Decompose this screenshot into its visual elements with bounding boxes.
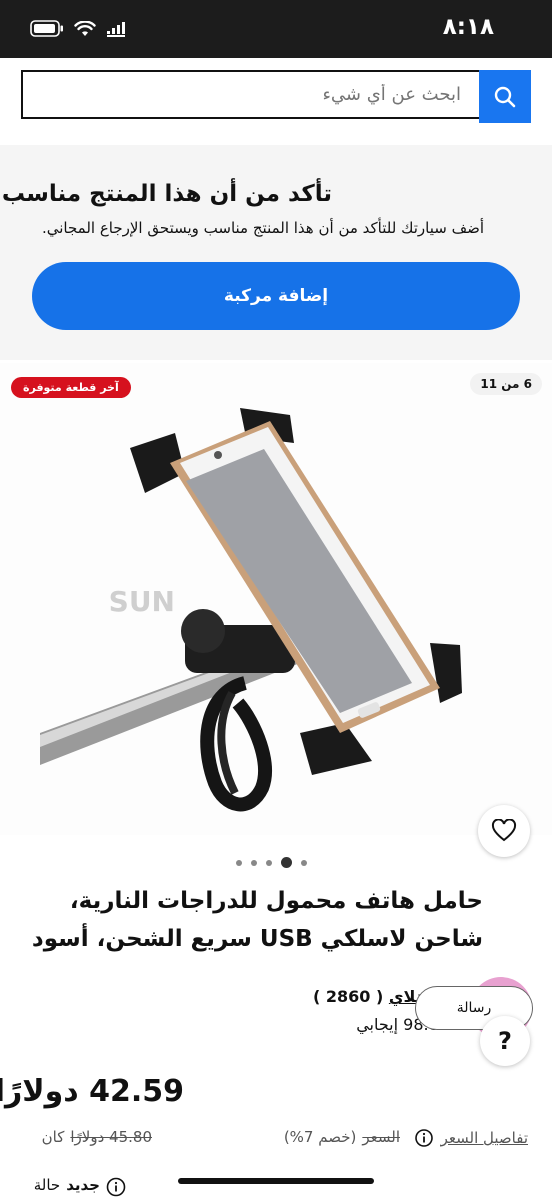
battery-icon: [30, 20, 63, 37]
condition-info-icon[interactable]: [106, 1177, 126, 1197]
previous-price: 45.80 دولارًا كان: [42, 1128, 152, 1146]
info-icon: [414, 1129, 433, 1147]
previous-price-row: السعر (خصم 7%): [284, 1128, 400, 1146]
search-bar: [21, 70, 531, 123]
product-image: SUN: [40, 408, 462, 812]
item-price: 42.59 دولارًا: [0, 1074, 184, 1109]
seller-feedback-count: ( 2860 ): [312, 987, 384, 1006]
pager-dot[interactable]: [266, 859, 272, 866]
price-details-link[interactable]: تفاصيل السعر: [414, 1129, 528, 1147]
search-icon: [494, 86, 516, 107]
condition-row: جديد حالة: [34, 1176, 100, 1194]
add-to-watchlist-button[interactable]: [478, 805, 530, 857]
discount-label: (خصم 7%): [283, 1128, 357, 1146]
status-bar: ٨:١٨: [0, 0, 552, 58]
status-icons: [30, 20, 128, 37]
pager-dot[interactable]: [236, 859, 242, 866]
previous-price-prefix: كان: [41, 1128, 65, 1146]
add-vehicle-button[interactable]: إضافة مركبة: [32, 262, 520, 330]
signal-icon: [107, 21, 125, 37]
price-details-label: تفاصيل السعر: [440, 1129, 528, 1147]
pager-dot-active[interactable]: [281, 857, 292, 868]
previous-price-label: السعر: [362, 1128, 400, 1146]
wifi-icon: [74, 20, 96, 36]
pager-dot[interactable]: [301, 859, 307, 866]
status-time: ٨:١٨: [442, 14, 494, 40]
heart-icon: [491, 819, 517, 842]
fitment-banner: تأكد من أن هذا المنتج مناسب أضف سيارتك ل…: [0, 145, 552, 360]
previous-price-value: 45.80 دولارًا: [70, 1128, 152, 1146]
image-pager-dots: [236, 857, 307, 868]
pager-dot[interactable]: [251, 859, 257, 866]
help-button[interactable]: ?: [480, 1016, 530, 1066]
image-watermark: SUN: [109, 585, 175, 618]
product-title: حامل هاتف محمول للدراجات النارية، شاحن ل…: [31, 888, 483, 952]
product-image-gallery[interactable]: آخر قطعة متوفرة 6 من 11 SUN: [0, 363, 552, 835]
condition-value: جديد: [66, 1176, 100, 1194]
search-input[interactable]: [21, 70, 479, 119]
search-button[interactable]: [479, 70, 531, 123]
fitment-subtitle: أضف سيارتك للتأكد من أن هذا المنتج مناسب…: [41, 219, 484, 237]
fitment-title: تأكد من أن هذا المنتج مناسب: [1, 181, 332, 207]
condition-label: حالة: [33, 1176, 61, 1194]
home-indicator: [178, 1178, 374, 1184]
